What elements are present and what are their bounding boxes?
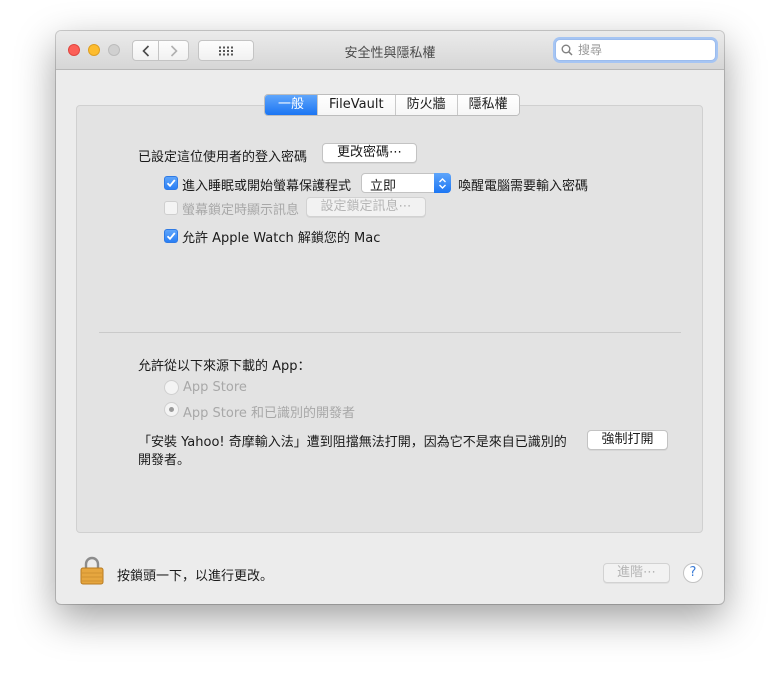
search-field[interactable] bbox=[555, 39, 716, 61]
forward-button[interactable] bbox=[159, 40, 189, 61]
blocked-app-message-line1: 「安裝 Yahoo! 奇摩輸入法」遭到阻擋無法打開，因為它不是來自已識別的 bbox=[138, 435, 567, 450]
require-password-label: 進入睡眠或開始螢幕保護程式 bbox=[182, 179, 352, 194]
close-button[interactable] bbox=[68, 44, 80, 56]
grid-icon bbox=[219, 46, 233, 55]
tab-firewall[interactable]: 防火牆 bbox=[394, 95, 457, 115]
downloads-heading: 允許從以下來源下載的 App： bbox=[138, 359, 311, 374]
open-anyway-button[interactable]: 強制打開 bbox=[587, 430, 668, 450]
tab-bar: 一般 FileVault 防火牆 隱私權 bbox=[264, 94, 520, 116]
radio-app-store-identified-label: App Store 和已識別的開發者 bbox=[183, 406, 356, 421]
search-input[interactable] bbox=[576, 42, 710, 58]
chevron-right-icon bbox=[170, 44, 178, 57]
tab-privacy[interactable]: 隱私權 bbox=[456, 95, 519, 115]
radio-app-store-label: App Store bbox=[183, 380, 247, 395]
blocked-app-message-line2: 開發者。 bbox=[138, 453, 191, 468]
back-button[interactable] bbox=[132, 40, 159, 61]
lock-icon bbox=[80, 556, 104, 585]
radio-app-store[interactable] bbox=[164, 380, 179, 395]
checkmark-icon bbox=[166, 232, 176, 241]
popup-stepper bbox=[434, 173, 451, 193]
up-down-chevron-icon bbox=[439, 177, 446, 189]
tab-filevault[interactable]: FileVault bbox=[317, 95, 395, 115]
section-divider bbox=[99, 332, 681, 333]
preferences-window: 安全性與隱私權 一般 FileVault 防火牆 隱私權 已設定這位使用者的登入… bbox=[56, 31, 724, 604]
window-title: 安全性與隱私權 bbox=[344, 46, 436, 61]
tab-general[interactable]: 一般 bbox=[265, 95, 318, 115]
radio-selected-dot bbox=[169, 407, 174, 412]
content-panel bbox=[76, 105, 703, 533]
apple-watch-checkbox[interactable] bbox=[164, 229, 178, 243]
search-icon bbox=[561, 44, 573, 56]
radio-app-store-identified[interactable] bbox=[164, 402, 179, 417]
change-password-button[interactable]: 更改密碼⋯ bbox=[322, 143, 417, 163]
lock-message-checkbox[interactable] bbox=[164, 201, 178, 215]
show-all-button[interactable] bbox=[198, 40, 254, 61]
require-password-suffix: 喚醒電腦需要輸入密碼 bbox=[458, 179, 589, 194]
checkmark-icon bbox=[166, 179, 176, 188]
lock-button[interactable] bbox=[80, 556, 104, 589]
lock-message-label: 螢幕鎖定時顯示訊息 bbox=[182, 203, 300, 218]
advanced-button[interactable]: 進階⋯ bbox=[603, 563, 670, 583]
apple-watch-label: 允許 Apple Watch 解鎖您的 Mac bbox=[182, 231, 381, 246]
set-lock-message-button[interactable]: 設定鎖定訊息⋯ bbox=[306, 197, 426, 217]
password-delay-popup[interactable]: 立即 bbox=[361, 173, 451, 194]
title-bar: 安全性與隱私權 bbox=[56, 31, 724, 70]
require-password-checkbox[interactable] bbox=[164, 176, 178, 190]
password-delay-value: 立即 bbox=[370, 179, 397, 194]
zoom-button[interactable] bbox=[108, 44, 120, 56]
minimize-button[interactable] bbox=[88, 44, 100, 56]
password-label: 已設定這位使用者的登入密碼 bbox=[138, 150, 308, 165]
chevron-left-icon bbox=[141, 44, 149, 57]
navigation-buttons bbox=[132, 40, 189, 61]
lock-instruction: 按鎖頭一下，以進行更改。 bbox=[117, 569, 274, 584]
help-button[interactable]: ? bbox=[683, 563, 703, 583]
